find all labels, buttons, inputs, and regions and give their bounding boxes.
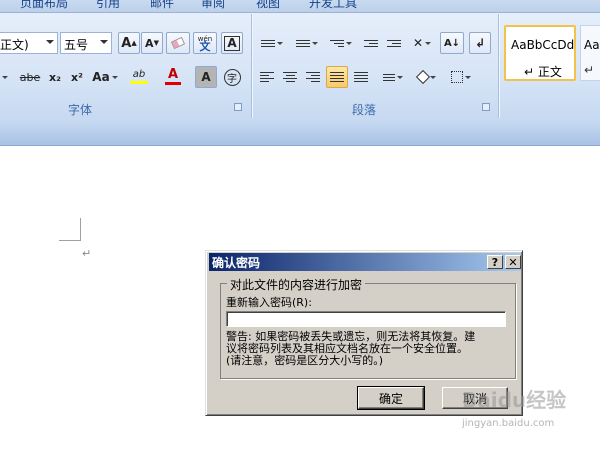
watermark-logo: Baidu经验: [462, 388, 567, 412]
change-case-button[interactable]: Aa: [90, 66, 120, 88]
increase-indent-icon: [387, 39, 401, 47]
ribbon-bottom-bar: [0, 122, 600, 146]
style-normal[interactable]: AaBbCcDd ↵ 正文: [504, 25, 576, 81]
highlight-glyph: ab: [132, 69, 146, 80]
decrease-indent-button[interactable]: [360, 32, 382, 54]
align-right-icon: [306, 72, 320, 82]
dialog-titlebar[interactable]: 确认密码 ? ✕: [209, 253, 521, 271]
warning-line: (请注意，密码是区分大小写的。): [226, 354, 384, 367]
style-next-sample: AaB: [584, 38, 600, 52]
show-formatting-button[interactable]: ↲: [469, 32, 491, 54]
paragraph-dialog-launcher[interactable]: [482, 103, 490, 111]
underline-dropdown[interactable]: [0, 66, 10, 88]
highlight-color-bar: [130, 81, 148, 84]
enclose-glyph: 字: [223, 68, 241, 86]
close-button[interactable]: ✕: [505, 255, 521, 269]
paint-bucket-icon: [415, 69, 431, 85]
bullets-icon: [261, 39, 275, 47]
distributed-icon: [354, 72, 368, 82]
line-spacing-button[interactable]: [377, 66, 409, 88]
tab-developer[interactable]: 开发工具: [309, 0, 357, 11]
tab-view[interactable]: 视图: [256, 0, 280, 11]
distributed-button[interactable]: [350, 66, 372, 88]
justify-icon: [330, 72, 344, 82]
strikethrough-button[interactable]: abe: [16, 66, 44, 88]
style-next-name: ↵: [584, 63, 595, 77]
eraser-icon: [170, 36, 186, 50]
superscript-button[interactable]: x²: [67, 66, 87, 88]
character-border-button[interactable]: A: [221, 32, 243, 54]
group-label-paragraph: 段落: [352, 103, 377, 117]
bullets-button[interactable]: [256, 32, 288, 54]
numbering-icon: [296, 39, 310, 47]
font-dialog-launcher[interactable]: [234, 103, 242, 111]
style-normal-sample: AaBbCcDd: [511, 38, 575, 52]
align-center-icon: [283, 72, 297, 82]
align-left-button[interactable]: [256, 66, 278, 88]
tab-mailings[interactable]: 邮件: [150, 0, 174, 11]
subscript-button[interactable]: x₂: [45, 66, 65, 88]
password-input[interactable]: [226, 311, 506, 327]
ribbon-separator: [498, 14, 499, 118]
clear-format-button[interactable]: [166, 32, 190, 54]
font-color-bar: [165, 82, 181, 85]
shrink-font-glyph: A: [145, 36, 154, 50]
font-name-combo[interactable]: 正文): [0, 32, 58, 54]
justify-button[interactable]: [326, 66, 348, 88]
highlight-button[interactable]: ab: [124, 66, 154, 88]
reenter-password-label: 重新输入密码(R):: [226, 296, 312, 309]
font-size-combo[interactable]: 五号: [60, 32, 112, 54]
border-glyph: A: [224, 35, 240, 51]
style-normal-name: ↵ 正文: [524, 65, 562, 79]
warning-text: 警告: 如果密码被丢失或遗忘，则无法将其恢复。建 议将密码列表及其相应文档名放在…: [226, 331, 510, 367]
font-name-value: 正文): [0, 38, 29, 52]
help-button[interactable]: ?: [487, 255, 503, 269]
change-case-glyph: Aa: [92, 70, 110, 84]
ok-button[interactable]: 确定: [357, 386, 425, 410]
font-color-glyph: A: [167, 67, 179, 82]
ribbon-separator: [251, 14, 252, 118]
style-next[interactable]: AaB ↵: [580, 25, 600, 81]
chinese-layout-icon: ✕: [412, 36, 424, 50]
dialog-title: 确认密码: [212, 256, 261, 270]
phonetic-guide-button[interactable]: wén 文: [193, 32, 217, 54]
align-center-button[interactable]: [279, 66, 301, 88]
decrease-indent-icon: [364, 39, 378, 47]
group-label-font: 字体: [68, 103, 93, 117]
increase-indent-button[interactable]: [383, 32, 405, 54]
multilevel-list-icon: [330, 39, 344, 47]
tab-page-layout[interactable]: 页面布局: [20, 0, 68, 11]
grow-font-glyph: A: [121, 35, 132, 51]
sort-icon: A↓: [443, 37, 461, 49]
show-formatting-icon: ↲: [474, 36, 486, 50]
sort-button[interactable]: A↓: [440, 32, 464, 54]
borders-icon: [451, 71, 463, 83]
shading-button[interactable]: [412, 66, 442, 88]
font-size-value: 五号: [64, 38, 89, 52]
font-color-button[interactable]: A: [158, 66, 188, 88]
enclose-characters-button[interactable]: 字: [221, 66, 243, 88]
align-left-icon: [260, 72, 274, 82]
borders-button[interactable]: [446, 66, 476, 88]
line-spacing-icon: [383, 73, 395, 81]
ribbon-tab-strip: 页面布局 引用 邮件 审阅 视图 开发工具: [0, 0, 600, 12]
tab-review[interactable]: 审阅: [201, 0, 225, 11]
phonetic-char: 文: [199, 40, 211, 53]
watermark-url: jingyan.baidu.com: [462, 418, 555, 429]
paragraph-mark: ↵: [82, 247, 92, 260]
word-window: { "ribbon": { "tabs": ["页面布局", "引用", "邮件…: [0, 0, 600, 450]
page-margin-corner: [59, 240, 81, 241]
character-shading-button[interactable]: A: [195, 66, 217, 88]
shrink-font-button[interactable]: A ▼: [141, 32, 163, 54]
tab-references[interactable]: 引用: [96, 0, 120, 11]
numbering-button[interactable]: [291, 32, 323, 54]
multilevel-list-button[interactable]: [326, 32, 356, 54]
groupbox-title: 对此文件的内容进行加密: [227, 276, 366, 293]
align-right-button[interactable]: [302, 66, 324, 88]
grow-font-button[interactable]: A ▲: [118, 32, 140, 54]
chinese-layout-button[interactable]: ✕: [407, 32, 437, 54]
page-margin-corner: [80, 218, 81, 240]
